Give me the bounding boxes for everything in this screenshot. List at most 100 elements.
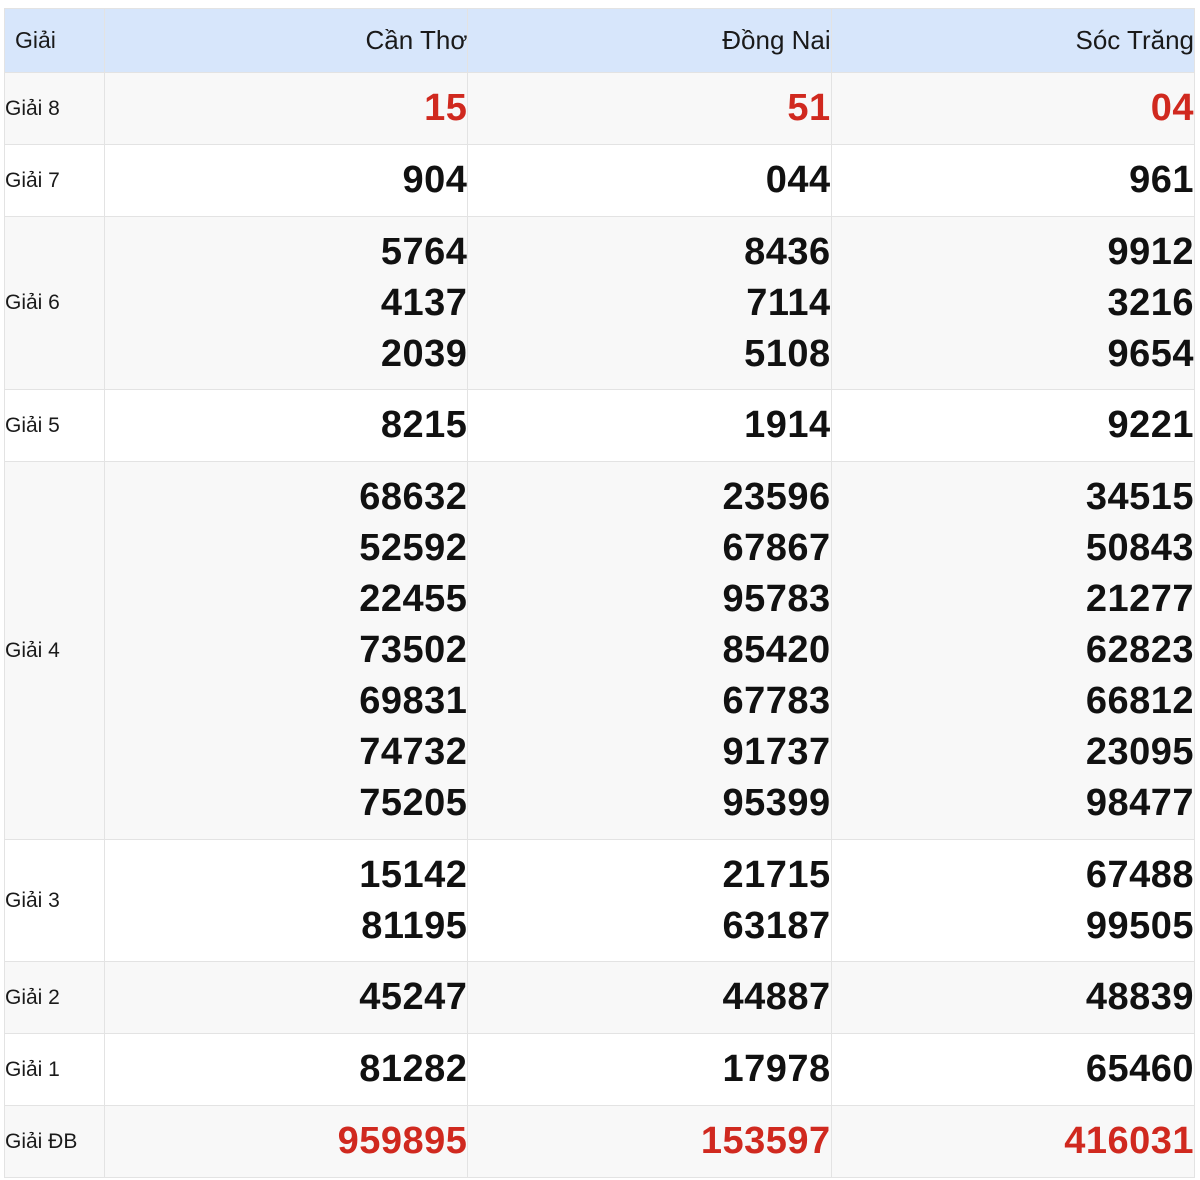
winning-number: 21715 — [722, 853, 831, 896]
prize-label: Giải 4 — [3, 461, 106, 840]
result-cell-dong-nai: 44887 — [467, 961, 832, 1034]
result-cell-can-tho: 81282 — [104, 1033, 469, 1106]
result-cell-dong-nai: 153597 — [467, 1105, 832, 1178]
winning-number: 22455 — [359, 578, 468, 620]
winning-number: 3216 — [1107, 281, 1194, 324]
winning-number: 81195 — [361, 904, 468, 947]
result-cell-can-tho: 5764 4137 2039 — [104, 216, 469, 390]
lottery-results-table: Giải Cần Thơ Đồng Nai Sóc Trăng Giải 8 1… — [3, 8, 1196, 1178]
winning-number: 67488 — [1085, 853, 1194, 896]
winning-number: 15142 — [359, 853, 468, 896]
result-cell-dong-nai: 1914 — [467, 389, 832, 462]
table-row-giai-6: Giải 6 5764 4137 2039 8436 7114 5108 991… — [3, 216, 1196, 390]
prize-label: Giải 6 — [3, 216, 106, 390]
result-cell-can-tho: 15 — [104, 72, 469, 145]
winning-number: 68632 — [359, 476, 468, 518]
result-cell-soc-trang: 961 — [830, 144, 1196, 217]
table-row-giai-7: Giải 7 904 044 961 — [3, 144, 1196, 217]
winning-number: 67867 — [722, 527, 831, 569]
result-cell-can-tho: 959895 — [104, 1105, 469, 1178]
result-cell-soc-trang: 65460 — [830, 1033, 1196, 1106]
winning-number: 961 — [1129, 159, 1194, 201]
result-cell-soc-trang: 04 — [830, 72, 1196, 145]
prize-label: Giải 7 — [3, 144, 106, 217]
prize-label: Giải ĐB — [3, 1105, 106, 1178]
result-cell-dong-nai: 51 — [467, 72, 832, 145]
table-row-giai-1: Giải 1 81282 17978 65460 — [3, 1033, 1196, 1106]
winning-number: 62823 — [1085, 629, 1194, 671]
result-cell-can-tho: 8215 — [104, 389, 469, 462]
jackpot-number: 153597 — [700, 1120, 831, 1162]
province-header-soc-trang: Sóc Trăng — [830, 8, 1196, 73]
winning-number: 98477 — [1085, 782, 1194, 824]
winning-number: 69831 — [359, 680, 468, 722]
winning-number: 1914 — [744, 404, 831, 446]
prize-label: Giải 8 — [3, 72, 106, 145]
winning-number: 8215 — [380, 404, 468, 446]
winning-number: 81282 — [359, 1048, 468, 1090]
winning-number: 5108 — [744, 332, 831, 375]
winning-number: 7114 — [746, 281, 831, 324]
winning-number: 67783 — [722, 680, 831, 722]
winning-number: 21277 — [1085, 578, 1194, 620]
winning-number: 23095 — [1085, 731, 1194, 773]
result-cell-dong-nai: 044 — [467, 144, 832, 217]
winning-number: 85420 — [722, 629, 831, 671]
winning-number: 9221 — [1107, 404, 1194, 446]
winning-number: 51 — [787, 87, 831, 129]
winning-number: 52592 — [359, 527, 468, 569]
winning-number: 04 — [1150, 87, 1194, 129]
winning-number: 45247 — [359, 976, 468, 1018]
prize-column-header: Giải — [3, 8, 106, 73]
result-cell-soc-trang: 48839 — [830, 961, 1196, 1034]
prize-label: Giải 2 — [3, 961, 106, 1034]
prize-label: Giải 1 — [3, 1033, 106, 1106]
result-cell-can-tho: 68632 52592 22455 73502 69831 74732 7520… — [104, 461, 469, 840]
winning-number: 99505 — [1085, 904, 1194, 947]
winning-number: 95399 — [722, 782, 831, 824]
prize-label: Giải 3 — [3, 839, 106, 962]
result-cell-dong-nai: 8436 7114 5108 — [467, 216, 832, 390]
result-cell-soc-trang: 34515 50843 21277 62823 66812 23095 9847… — [830, 461, 1196, 840]
winning-number: 9654 — [1107, 332, 1194, 375]
table-row-giai-5: Giải 5 8215 1914 9221 — [3, 389, 1196, 462]
result-cell-dong-nai: 17978 — [467, 1033, 832, 1106]
result-cell-can-tho: 45247 — [104, 961, 469, 1034]
winning-number: 9912 — [1107, 230, 1194, 273]
winning-number: 34515 — [1085, 476, 1194, 518]
winning-number: 2039 — [380, 332, 468, 375]
result-cell-dong-nai: 21715 63187 — [467, 839, 832, 962]
jackpot-number: 959895 — [337, 1120, 468, 1162]
result-cell-soc-trang: 416031 — [830, 1105, 1196, 1178]
table-row-giai-4: Giải 4 68632 52592 22455 73502 69831 747… — [3, 461, 1196, 840]
winning-number: 75205 — [359, 782, 468, 824]
winning-number: 73502 — [359, 629, 468, 671]
result-cell-can-tho: 15142 81195 — [104, 839, 469, 962]
winning-number: 4137 — [380, 281, 468, 324]
winning-number: 904 — [402, 159, 468, 201]
result-cell-dong-nai: 23596 67867 95783 85420 67783 91737 9539… — [467, 461, 832, 840]
table-row-giai-8: Giải 8 15 51 04 — [3, 72, 1196, 145]
winning-number: 15 — [424, 87, 468, 129]
winning-number: 66812 — [1085, 680, 1194, 722]
winning-number: 17978 — [722, 1048, 831, 1090]
prize-label: Giải 5 — [3, 389, 106, 462]
table-row-giai-db: Giải ĐB 959895 153597 416031 — [3, 1105, 1196, 1178]
table-body: Giải 8 15 51 04 Giải 7 904 044 961 Giải … — [3, 72, 1196, 1178]
winning-number: 74732 — [359, 731, 468, 773]
winning-number: 44887 — [722, 976, 831, 1018]
winning-number: 95783 — [722, 578, 831, 620]
winning-number: 65460 — [1085, 1048, 1194, 1090]
result-cell-can-tho: 904 — [104, 144, 469, 217]
winning-number: 63187 — [722, 904, 831, 947]
province-header-dong-nai: Đồng Nai — [467, 8, 832, 73]
winning-number: 044 — [765, 159, 831, 201]
winning-number: 8436 — [744, 230, 831, 273]
winning-number: 91737 — [722, 731, 831, 773]
table-header: Giải Cần Thơ Đồng Nai Sóc Trăng — [3, 8, 1196, 73]
jackpot-number: 416031 — [1064, 1120, 1194, 1162]
winning-number: 48839 — [1085, 976, 1194, 1018]
result-cell-soc-trang: 9221 — [830, 389, 1196, 462]
winning-number: 23596 — [722, 476, 831, 518]
winning-number: 5764 — [380, 230, 468, 273]
